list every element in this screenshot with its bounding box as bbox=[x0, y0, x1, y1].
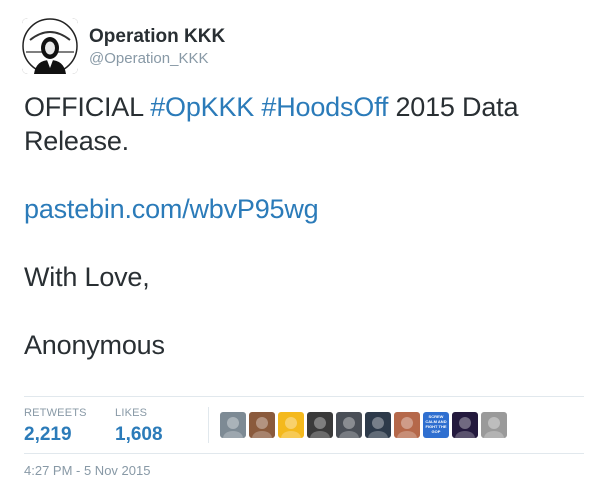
likes-stat[interactable]: LIKES 1,608 bbox=[115, 407, 163, 447]
display-name[interactable]: Operation KKK bbox=[89, 26, 225, 48]
tweet-header: Operation KKK @Operation_KKK bbox=[22, 18, 582, 74]
pastebin-link[interactable]: pastebin.com/wbvP95wg bbox=[24, 194, 319, 224]
user-names: Operation KKK @Operation_KKK bbox=[89, 26, 225, 68]
hashtag-opkkk[interactable]: #OpKKK bbox=[150, 92, 254, 122]
text-official: OFFICIAL bbox=[24, 92, 151, 122]
tweet-text: OFFICIAL #OpKKK #HoodsOff 2015 Data Rele… bbox=[24, 90, 584, 362]
liker-avatar-8[interactable]: SCREW CALM AND FIGHT THE GOP bbox=[423, 412, 449, 438]
liker-avatar-4[interactable] bbox=[307, 412, 333, 438]
tweet-timestamp[interactable]: 4:27 PM - 5 Nov 2015 bbox=[24, 463, 150, 478]
liker-avatar-7[interactable] bbox=[394, 412, 420, 438]
liker-avatar-9[interactable] bbox=[452, 412, 478, 438]
likes-count[interactable]: 1,608 bbox=[115, 423, 163, 447]
anonymous-mask-icon[interactable] bbox=[22, 18, 78, 74]
signature-text: Anonymous bbox=[24, 330, 165, 360]
liker-avatar-2[interactable] bbox=[249, 412, 275, 438]
liker-avatar-6[interactable] bbox=[365, 412, 391, 438]
liker-avatar-10[interactable] bbox=[481, 412, 507, 438]
tweet-line-1: OFFICIAL #OpKKK #HoodsOff 2015 Data bbox=[24, 90, 584, 124]
liker-avatar-3[interactable] bbox=[278, 412, 304, 438]
retweets-label: RETWEETS bbox=[24, 407, 87, 419]
likes-label: LIKES bbox=[115, 407, 148, 419]
tweet-line-2: Release. bbox=[24, 126, 129, 156]
tweet-stats: RETWEETS 2,219 LIKES 1,608 SCREW CALM AN… bbox=[24, 396, 584, 454]
tweet-card: Operation KKK @Operation_KKK OFFICIAL #O… bbox=[0, 0, 600, 491]
retweets-stat[interactable]: RETWEETS 2,219 bbox=[24, 407, 87, 447]
closing-text: With Love, bbox=[24, 262, 150, 292]
retweets-count[interactable]: 2,219 bbox=[24, 423, 87, 447]
hashtag-hoodsoff[interactable]: #HoodsOff bbox=[261, 92, 388, 122]
stats-divider bbox=[208, 407, 209, 443]
liker-avatar-5[interactable] bbox=[336, 412, 362, 438]
liker-avatar-1[interactable] bbox=[220, 412, 246, 438]
text-data: 2015 Data bbox=[388, 92, 519, 122]
user-handle[interactable]: @Operation_KKK bbox=[89, 49, 225, 68]
liker-avatar-text: SCREW CALM AND FIGHT THE GOP bbox=[425, 414, 447, 434]
